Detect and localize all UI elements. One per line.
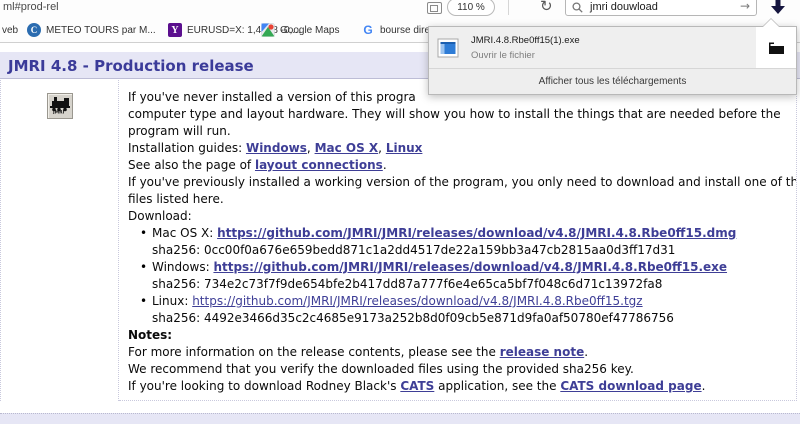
- linux-download-link[interactable]: https://github.com/JMRI/JMRI/releases/do…: [192, 294, 642, 308]
- page-content: JMRI 4.8 - Production release JMRI If yo…: [0, 44, 800, 424]
- release-note-link[interactable]: release note: [500, 345, 585, 359]
- bookmark-item[interactable]: Google Maps: [261, 21, 339, 39]
- download-item-macosx: •Mac OS X: https://github.com/JMRI/JMRI/…: [128, 225, 796, 242]
- meteo-favicon: C: [27, 23, 41, 37]
- downloaded-filename: JMRI.4.8.Rbe0ff15(1).exe: [471, 35, 580, 46]
- folder-icon: [769, 42, 784, 54]
- google-maps-favicon: [261, 23, 275, 37]
- search-icon: [572, 2, 583, 13]
- sha256-windows: sha256: 734e2c73f7f9de654bfe2b417dd87a77…: [128, 276, 796, 293]
- zoom-level-button[interactable]: 110 %: [447, 0, 495, 16]
- intro-line: program will run.: [128, 123, 796, 140]
- search-input[interactable]: jmri douwload →: [565, 0, 757, 16]
- previous-install-line: If you've previously installed a working…: [128, 174, 796, 191]
- windows-download-link[interactable]: https://github.com/JMRI/JMRI/releases/do…: [213, 260, 727, 274]
- sha256-linux: sha256: 4492e3466d35c2c4685e9173a252b8d0…: [128, 310, 796, 327]
- intro-line: computer type and layout hardware. They …: [128, 106, 796, 123]
- note-cats-line: If you're looking to download Rodney Bla…: [128, 378, 796, 395]
- download-entry-row[interactable]: JMRI.4.8.Rbe0ff15(1).exe Ouvrir le fichi…: [429, 27, 796, 68]
- note-release-line: For more information on the release cont…: [128, 344, 796, 361]
- bullet-icon: •: [140, 259, 152, 276]
- sha256-macosx: sha256: 0cc00f0a676e659bedd871c1a2dd4517…: [128, 242, 796, 259]
- macosx-download-link[interactable]: https://github.com/JMRI/JMRI/releases/do…: [217, 226, 736, 240]
- reload-icon[interactable]: ↻: [540, 0, 558, 15]
- open-file-action: Ouvrir le fichier: [471, 50, 580, 61]
- bullet-icon: •: [140, 293, 152, 310]
- macosx-guide-link[interactable]: Mac OS X: [315, 141, 379, 155]
- download-arrow-icon: [769, 0, 787, 16]
- bookmark-label: veb: [2, 25, 18, 36]
- see-also-line: See also the page of layout connections.: [128, 157, 796, 174]
- windows-guide-link[interactable]: Windows: [246, 141, 307, 155]
- bookmark-item[interactable]: C METEO TOURS par M...: [27, 21, 156, 39]
- downloads-button[interactable]: [762, 0, 794, 18]
- google-favicon: G: [361, 23, 375, 37]
- show-all-downloads-button[interactable]: Afficher tous les téléchargements: [429, 68, 796, 94]
- bullet-icon: •: [140, 225, 152, 242]
- exe-file-icon: [437, 38, 459, 58]
- svg-text:JMRI: JMRI: [52, 110, 65, 115]
- open-containing-folder-button[interactable]: [756, 27, 796, 68]
- yahoo-favicon: Y: [168, 23, 182, 37]
- search-value: jmri douwload: [590, 1, 658, 13]
- url-bar[interactable]: ml#prod-rel 110 % ↻ jmri douwload →: [0, 0, 800, 17]
- toolbar-divider: [508, 0, 509, 15]
- page-footer-strip: [0, 413, 800, 424]
- bookmark-item[interactable]: veb: [2, 21, 18, 39]
- download-item-windows: •Windows: https://github.com/JMRI/JMRI/r…: [128, 259, 796, 276]
- jmri-train-logo-icon: JMRI: [47, 93, 73, 119]
- bookmark-label: Google Maps: [280, 25, 339, 36]
- download-item-linux: •Linux: https://github.com/JMRI/JMRI/rel…: [128, 293, 796, 310]
- search-go-icon[interactable]: →: [740, 0, 750, 13]
- download-label: Download:: [128, 208, 796, 225]
- note-sha-line: We recommend that you verify the downloa…: [128, 361, 796, 378]
- notes-label: Notes:: [128, 327, 796, 344]
- main-text-column: If you've never installed a version of t…: [119, 80, 797, 401]
- cats-download-page-link[interactable]: CATS download page: [560, 379, 701, 393]
- layout-connections-link[interactable]: layout connections: [255, 158, 383, 172]
- download-popup: JMRI.4.8.Rbe0ff15(1).exe Ouvrir le fichi…: [428, 26, 797, 95]
- page-action-icon[interactable]: [427, 2, 442, 14]
- installation-guides-line: Installation guides: Windows, Mac OS X, …: [128, 140, 796, 157]
- bookmark-label: METEO TOURS par M...: [46, 25, 156, 36]
- sidebar-column: JMRI: [0, 80, 119, 401]
- cats-link[interactable]: CATS: [400, 379, 434, 393]
- linux-guide-link[interactable]: Linux: [386, 141, 423, 155]
- content-area: JMRI If you've never installed a version…: [0, 80, 797, 401]
- previous-install-line: files listed here.: [128, 191, 796, 208]
- url-text: ml#prod-rel: [3, 1, 59, 13]
